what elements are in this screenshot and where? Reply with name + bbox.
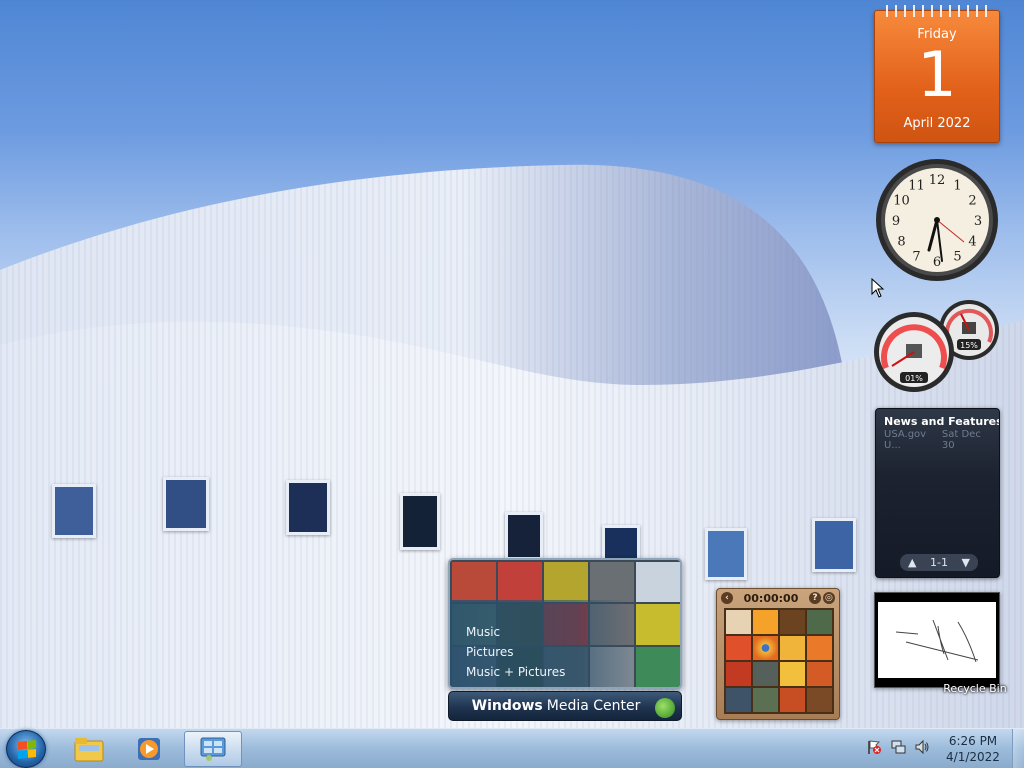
taskbar-date: 4/1/2022 — [946, 750, 1000, 764]
feed-pager: ▲ 1-1 ▼ — [900, 554, 978, 571]
puzzle-tile[interactable] — [807, 610, 832, 634]
feed-source: USA.gov U... — [884, 429, 927, 451]
calendar-rings — [881, 5, 993, 17]
feed-page: 1-1 — [930, 556, 948, 569]
puzzle-tile[interactable] — [780, 662, 805, 686]
building-window — [602, 525, 640, 561]
puzzle-tile[interactable] — [753, 636, 778, 660]
puzzle-timer: 00:00:00 — [743, 591, 799, 605]
cpu-percent: 01% — [905, 374, 923, 383]
menu-music[interactable]: Music — [466, 622, 565, 642]
feed-headlines-gadget[interactable]: News and Features f... USA.gov U... Sat … — [875, 408, 1000, 578]
puzzle-tile[interactable] — [726, 610, 751, 634]
building-window — [505, 512, 543, 560]
windows-flag-icon — [18, 740, 36, 759]
puzzle-tile[interactable] — [753, 688, 778, 712]
cpu-meter-gadget[interactable]: 15% 01% — [872, 298, 1002, 394]
puzzle-grid — [724, 608, 834, 714]
taskbar-time: 6:26 PM — [948, 734, 998, 748]
building-window — [52, 484, 96, 538]
clock-numeral: 5 — [953, 250, 961, 265]
clock-numeral: 3 — [974, 214, 982, 229]
clock-numeral: 7 — [912, 250, 920, 265]
puzzle-tile[interactable] — [780, 610, 805, 634]
puzzle-tile[interactable] — [726, 662, 751, 686]
feed-title[interactable]: News and Features f... — [876, 409, 999, 428]
desktop[interactable]: Friday 1 April 2022 12 1 2 3 4 5 6 7 8 9 10 11 15% … — [0, 0, 1024, 728]
building-window — [400, 493, 440, 550]
clock-numeral: 8 — [897, 235, 905, 250]
clock-numeral: 4 — [968, 235, 976, 250]
puzzle-tile[interactable] — [753, 610, 778, 634]
puzzle-tile[interactable] — [807, 636, 832, 660]
slideshow-image — [878, 602, 996, 678]
media-center-launch-button[interactable]: Windows Media Center — [448, 691, 682, 721]
clock-numeral: 6 — [933, 255, 941, 270]
building-window — [705, 528, 747, 580]
building-window — [163, 477, 209, 531]
puzzle-solve-icon[interactable]: ◎ — [822, 592, 835, 604]
puzzle-tile[interactable] — [726, 636, 751, 660]
action-center-flag-icon[interactable] — [866, 739, 882, 755]
folder-icon — [74, 738, 104, 762]
start-button[interactable] — [6, 730, 46, 768]
puzzle-back-icon[interactable]: ‹ — [721, 592, 733, 604]
clock-numeral: 11 — [908, 179, 925, 194]
taskbar: 6:26 PM 4/1/2022 — [0, 728, 1024, 768]
picture-puzzle-gadget[interactable]: ‹ 00:00:00 ? ◎ — [716, 588, 840, 720]
feed-next-icon[interactable]: ▼ — [962, 556, 970, 569]
calendar-day: 1 — [917, 38, 957, 111]
media-center-label-rest: Media Center — [546, 698, 641, 714]
feed-meta: USA.gov U... Sat Dec 30 — [876, 428, 999, 451]
building-window — [286, 480, 330, 535]
clock-numeral: 9 — [892, 214, 900, 229]
memory-percent: 15% — [960, 341, 978, 350]
volume-icon[interactable] — [914, 739, 930, 755]
media-center-menu: Music Pictures Music + Pictures — [466, 622, 565, 682]
menu-music-pictures[interactable]: Music + Pictures — [466, 662, 565, 682]
taskbar-control-panel-button[interactable] — [184, 731, 242, 767]
feed-prev-icon[interactable]: ▲ — [908, 556, 916, 569]
puzzle-tile[interactable] — [807, 688, 832, 712]
control-panel-icon — [200, 737, 226, 761]
puzzle-tile[interactable] — [780, 636, 805, 660]
show-desktop-button[interactable] — [1012, 729, 1024, 768]
puzzle-tile[interactable] — [726, 688, 751, 712]
feed-date: Sat Dec 30 — [941, 429, 981, 451]
media-center-label-bold: Windows — [471, 698, 543, 714]
network-icon[interactable] — [890, 739, 906, 755]
puzzle-help-icon[interactable]: ? — [808, 592, 821, 604]
media-player-icon — [138, 738, 160, 760]
calendar-month-year: April 2022 — [903, 116, 971, 131]
system-tray — [866, 739, 930, 755]
calendar-gadget[interactable]: Friday 1 April 2022 — [874, 5, 1000, 143]
mouse-cursor-icon — [871, 278, 885, 298]
building-window — [812, 518, 856, 572]
menu-pictures[interactable]: Pictures — [466, 642, 565, 662]
puzzle-toolbar: ‹ 00:00:00 ? ◎ — [717, 589, 839, 607]
puzzle-tile[interactable] — [807, 662, 832, 686]
puzzle-tile[interactable] — [780, 688, 805, 712]
recycle-bin-label[interactable]: Recycle Bin — [940, 682, 1010, 695]
clock-numeral: 2 — [968, 194, 976, 209]
media-center-gadget[interactable]: Music Pictures Music + Pictures Windows … — [448, 558, 682, 722]
taskbar-explorer-button[interactable] — [60, 731, 118, 767]
taskbar-media-player-button[interactable] — [120, 731, 178, 767]
clock-numeral: 12 — [929, 173, 946, 188]
puzzle-tile[interactable] — [753, 662, 778, 686]
clock-gadget[interactable]: 12 12 3 45678 9 1011 — [874, 157, 1000, 283]
clock-numeral: 1 — [953, 179, 961, 194]
media-center-panel: Music Pictures Music + Pictures — [448, 558, 682, 689]
slideshow-gadget[interactable] — [874, 592, 1000, 688]
windows-logo-icon — [655, 698, 675, 718]
clock-numeral: 10 — [893, 194, 910, 209]
taskbar-clock[interactable]: 6:26 PM 4/1/2022 — [944, 733, 1002, 765]
